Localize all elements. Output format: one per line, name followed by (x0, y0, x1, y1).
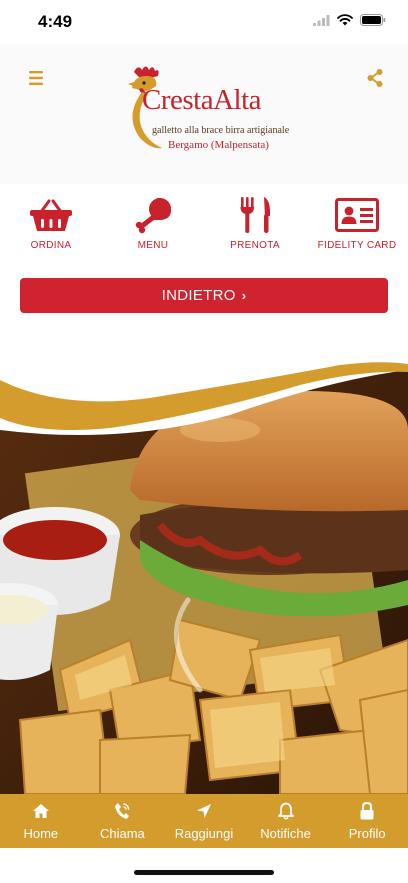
quick-action-fidelity-card[interactable]: FIDELITY CARD (306, 196, 408, 262)
fork-knife-icon (240, 197, 270, 233)
chicken-leg-icon (135, 198, 171, 234)
home-indicator[interactable] (134, 870, 274, 875)
status-time: 4:49 (38, 12, 73, 31)
bell-icon (277, 802, 294, 820)
home-indicator-area (0, 848, 408, 883)
tab-chiama[interactable]: Chiama (82, 794, 164, 848)
quick-action-menu[interactable]: MENU (102, 196, 204, 262)
share-icon[interactable] (366, 68, 384, 88)
tab-raggiungi[interactable]: Raggiungi (163, 794, 245, 848)
tab-label: Chiama (99, 826, 145, 841)
app-header: CrestaAlta galletto alla brace birra art… (0, 44, 408, 184)
tab-notifiche[interactable]: Notifiche (245, 794, 327, 848)
brand-location: Bergamo (Malpensata) (168, 139, 269, 151)
tab-label: Profilo (348, 826, 386, 841)
tab-label: Raggiungi (174, 826, 234, 841)
tab-home[interactable]: Home (0, 794, 82, 848)
back-button[interactable]: INDIETRO › (20, 278, 388, 313)
quick-action-label: ORDINA (30, 240, 72, 251)
status-bar: 4:49 (0, 0, 408, 44)
lock-icon (360, 802, 374, 820)
tab-profilo[interactable]: Profilo (326, 794, 408, 848)
brand-logo: CrestaAlta galletto alla brace birra art… (122, 64, 290, 160)
chevron-right-icon: › (241, 288, 247, 303)
brand-name: CrestaAlta (142, 84, 262, 116)
signal-icon (313, 14, 330, 26)
status-icons (313, 14, 386, 26)
hamburger-icon[interactable] (27, 70, 45, 86)
quick-action-ordina[interactable]: ORDINA (0, 196, 102, 262)
quick-action-label: PRENOTA (230, 240, 280, 251)
back-button-label: INDIETRO (161, 287, 236, 304)
quick-action-label: FIDELITY CARD (317, 240, 397, 251)
tab-label: Home (23, 826, 59, 841)
navigation-arrow-icon (196, 804, 211, 818)
quick-action-prenota[interactable]: PRENOTA (204, 196, 306, 262)
brand-tagline: galletto alla brace birra artigianale (152, 125, 290, 136)
home-icon (32, 804, 49, 818)
id-card-icon (335, 198, 379, 232)
hero-food-image (0, 340, 408, 794)
bottom-tab-bar: Home Chiama Raggiungi Notifiche Profilo (0, 794, 408, 848)
phone-icon (115, 803, 130, 819)
battery-icon (360, 14, 386, 26)
wifi-icon (337, 14, 353, 26)
quick-action-label: MENU (137, 240, 169, 251)
quick-actions: ORDINA MENU PRENOTA FIDELITY CARD (0, 196, 408, 262)
tab-label: Notifiche (260, 826, 311, 841)
basket-icon (30, 199, 72, 231)
